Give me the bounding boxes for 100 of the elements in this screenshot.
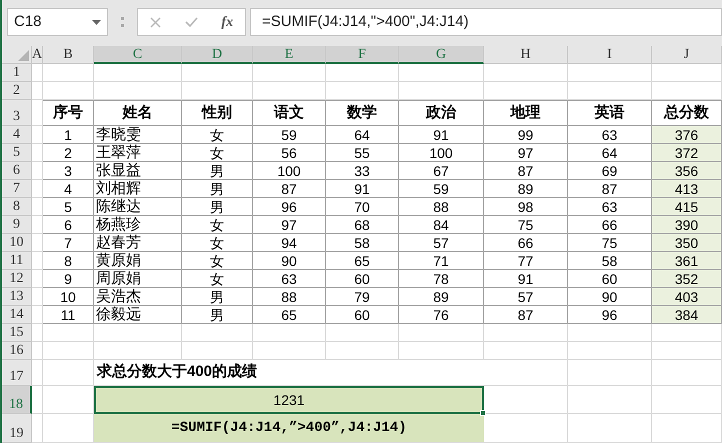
note-text: 求总分数大于400的成绩 bbox=[97, 362, 258, 382]
table-cell: 男 bbox=[182, 288, 253, 306]
row-header[interactable]: 4 bbox=[2, 126, 32, 144]
column-heading: 政治 bbox=[399, 100, 484, 126]
table-cell: 100 bbox=[399, 144, 484, 162]
result-cell[interactable]: 1231 bbox=[94, 386, 484, 414]
formula-input[interactable]: =SUMIF(J4:J14,">400",J4:J14) bbox=[250, 8, 722, 36]
table-cell: 男 bbox=[182, 306, 253, 324]
table-cell: 张显益 bbox=[94, 162, 182, 180]
column-header[interactable]: C bbox=[94, 46, 182, 64]
empty-cell bbox=[32, 324, 43, 342]
table-cell: 94 bbox=[253, 234, 326, 252]
dropdown-caret-icon bbox=[92, 20, 101, 24]
empty-cell bbox=[32, 180, 43, 198]
row-header[interactable]: 14 bbox=[2, 306, 32, 324]
row-header[interactable]: 12 bbox=[2, 270, 32, 288]
table-cell: 女 bbox=[182, 234, 253, 252]
table-cell: 87 bbox=[484, 162, 568, 180]
row-header[interactable]: 2 bbox=[2, 82, 32, 100]
table-cell: 96 bbox=[253, 198, 326, 216]
row-header[interactable]: 13 bbox=[2, 288, 32, 306]
column-header[interactable]: D bbox=[182, 46, 253, 64]
fill-handle[interactable] bbox=[480, 410, 486, 416]
grip-dots-icon bbox=[121, 17, 124, 27]
table-cell: 63 bbox=[253, 270, 326, 288]
row-header[interactable]: 17 bbox=[2, 360, 32, 386]
row-header[interactable]: 7 bbox=[2, 180, 32, 198]
row-header[interactable]: 10 bbox=[2, 234, 32, 252]
table-cell: 376 bbox=[652, 126, 722, 144]
table-cell: 11 bbox=[43, 306, 94, 324]
table-cell: 91 bbox=[399, 126, 484, 144]
table-cell: 89 bbox=[399, 288, 484, 306]
table-cell: 3 bbox=[43, 162, 94, 180]
table-cell: 415 bbox=[652, 198, 722, 216]
table-cell: 67 bbox=[399, 162, 484, 180]
table-cell: 58 bbox=[326, 234, 399, 252]
empty-cell bbox=[32, 216, 43, 234]
table-cell: 88 bbox=[399, 198, 484, 216]
table-cell: 8 bbox=[43, 252, 94, 270]
empty-cell bbox=[182, 324, 253, 342]
table-cell: 75 bbox=[484, 216, 568, 234]
table-cell: 4 bbox=[43, 180, 94, 198]
table-cell: 1 bbox=[43, 126, 94, 144]
column-header[interactable]: B bbox=[43, 46, 94, 64]
insert-function-button[interactable]: fx bbox=[221, 12, 234, 32]
table-cell: 87 bbox=[253, 180, 326, 198]
cancel-icon[interactable] bbox=[150, 16, 161, 28]
empty-cell bbox=[32, 144, 43, 162]
column-header[interactable]: J bbox=[652, 46, 722, 64]
table-cell: 女 bbox=[182, 144, 253, 162]
row-header[interactable]: 6 bbox=[2, 162, 32, 180]
empty-cell bbox=[32, 234, 43, 252]
table-cell: 352 bbox=[652, 270, 722, 288]
table-cell: 57 bbox=[484, 288, 568, 306]
row-header[interactable]: 3 bbox=[2, 100, 32, 126]
empty-cell bbox=[32, 414, 43, 443]
table-cell: 7 bbox=[43, 234, 94, 252]
empty-cell bbox=[32, 306, 43, 324]
empty-cell bbox=[43, 324, 94, 342]
table-cell: 陈继达 bbox=[94, 198, 182, 216]
row-header[interactable]: 19 bbox=[2, 414, 32, 443]
table-cell: 赵春芳 bbox=[94, 234, 182, 252]
table-cell: 98 bbox=[484, 198, 568, 216]
empty-cell bbox=[652, 342, 722, 360]
table-cell: 57 bbox=[399, 234, 484, 252]
column-header[interactable]: A bbox=[32, 46, 43, 64]
table-cell: 女 bbox=[182, 252, 253, 270]
column-heading: 地理 bbox=[484, 100, 568, 126]
table-cell: 刘相辉 bbox=[94, 180, 182, 198]
table-cell: 59 bbox=[399, 180, 484, 198]
column-header[interactable]: H bbox=[484, 46, 568, 64]
table-cell: 66 bbox=[484, 234, 568, 252]
row-header[interactable]: 1 bbox=[2, 64, 32, 82]
name-box[interactable]: C18 bbox=[7, 8, 108, 36]
row-header[interactable]: 9 bbox=[2, 216, 32, 234]
table-cell: =SUMIF(J4:J14,”>400”,J4:J14) bbox=[94, 414, 484, 443]
empty-cell bbox=[652, 360, 722, 386]
row-header[interactable]: 11 bbox=[2, 252, 32, 270]
column-header[interactable]: E bbox=[253, 46, 326, 64]
table-cell: 5 bbox=[43, 198, 94, 216]
column-heading: 语文 bbox=[253, 100, 326, 126]
column-header[interactable]: G bbox=[399, 46, 484, 64]
row-header[interactable]: 18 bbox=[2, 386, 32, 414]
row-header[interactable]: 15 bbox=[2, 324, 32, 342]
table-cell: 89 bbox=[484, 180, 568, 198]
table-cell: 吴浩杰 bbox=[94, 288, 182, 306]
empty-cell bbox=[652, 386, 722, 414]
empty-cell bbox=[32, 270, 43, 288]
column-header[interactable]: I bbox=[568, 46, 652, 64]
row-header[interactable]: 16 bbox=[2, 342, 32, 360]
row-header[interactable]: 5 bbox=[2, 144, 32, 162]
select-all-triangle-icon[interactable] bbox=[18, 50, 29, 61]
empty-cell bbox=[652, 82, 722, 100]
check-icon[interactable] bbox=[184, 17, 198, 27]
empty-cell bbox=[43, 342, 94, 360]
table-cell: 90 bbox=[253, 252, 326, 270]
row-header[interactable]: 8 bbox=[2, 198, 32, 216]
table-cell: 60 bbox=[326, 270, 399, 288]
column-header[interactable]: F bbox=[326, 46, 399, 64]
table-cell: 65 bbox=[326, 252, 399, 270]
